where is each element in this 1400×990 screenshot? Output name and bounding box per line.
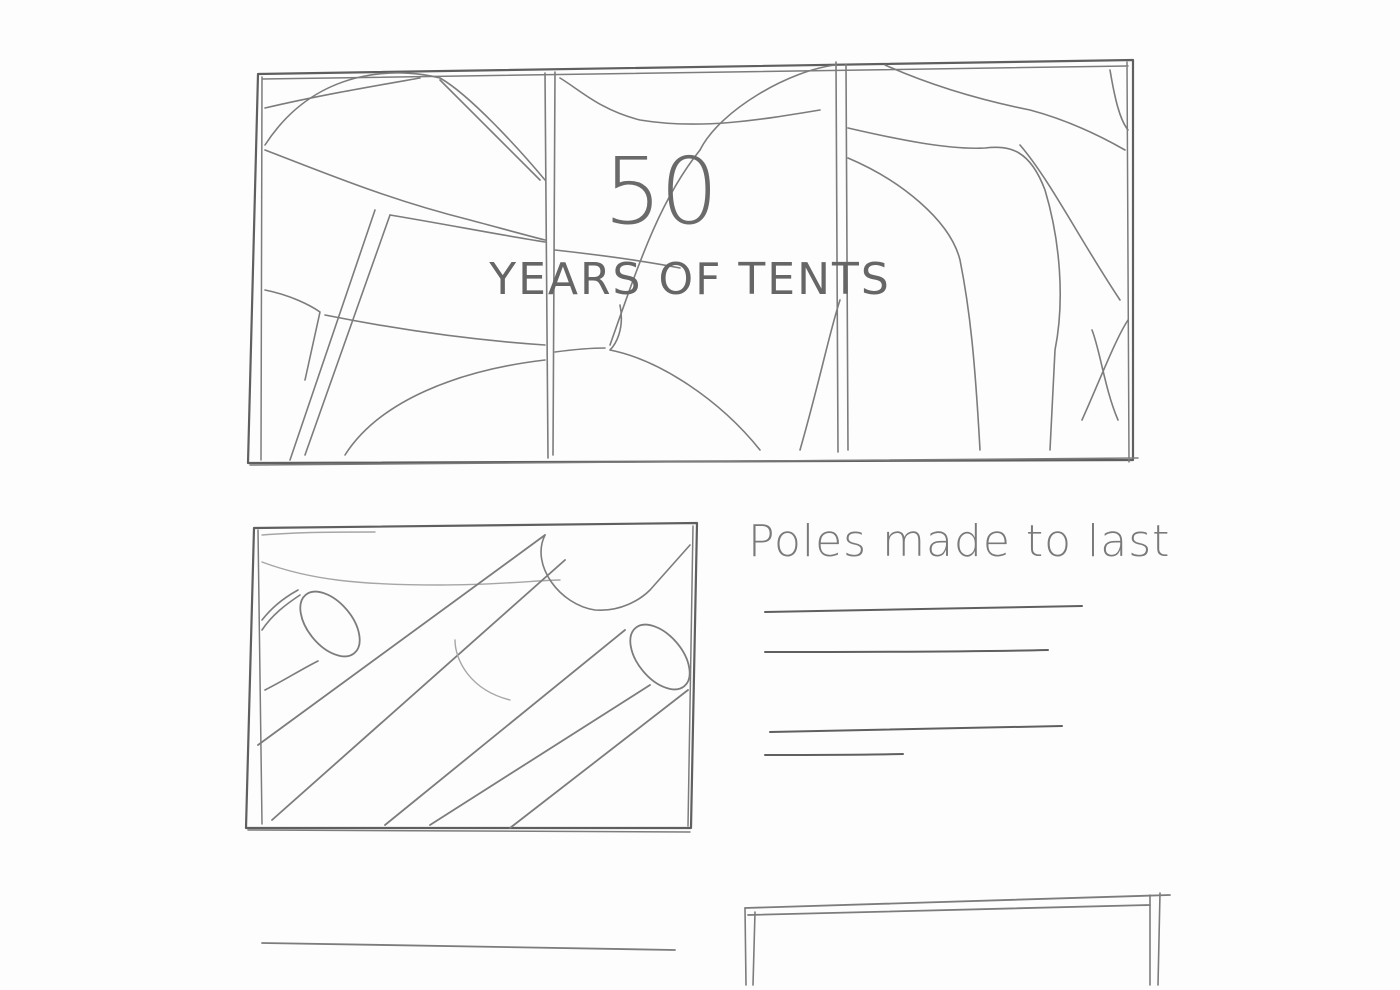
footer-sketch bbox=[261, 892, 1171, 986]
hero-number: 50 bbox=[603, 138, 718, 245]
hero-subtitle: YEARS OF TENTS bbox=[489, 254, 891, 305]
feature-body-text bbox=[764, 605, 1083, 756]
wireframe-sketch: 50 YEARS OF TENTS Poles made to last bbox=[0, 0, 1400, 990]
feature-heading: Poles made to last bbox=[748, 516, 1171, 567]
feature-image-frame bbox=[244, 521, 699, 833]
